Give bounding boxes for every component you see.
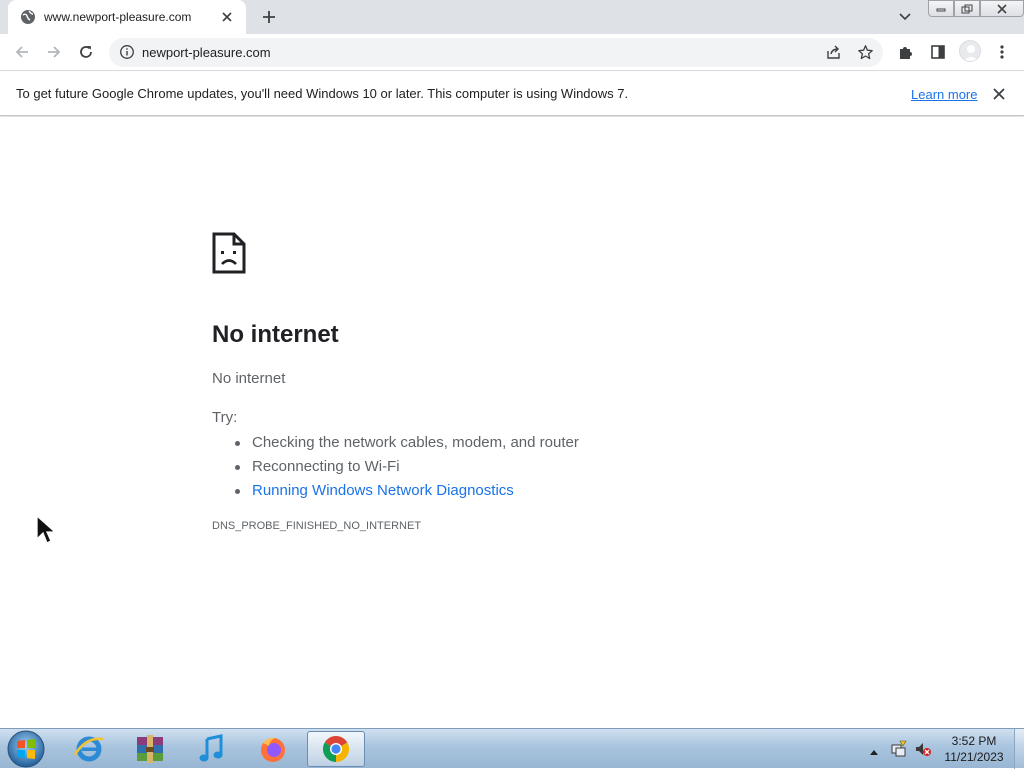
error-title: No internet [212, 321, 339, 348]
network-tray-icon[interactable] [890, 740, 908, 758]
error-code: DNS_PROBE_FINISHED_NO_INTERNET [212, 520, 422, 532]
browser-toolbar: newport-pleasure.com [0, 34, 1024, 71]
chrome-taskbar-icon[interactable] [307, 731, 365, 767]
close-tab-icon[interactable] [218, 8, 236, 26]
info-icon[interactable] [119, 44, 135, 60]
firefox-taskbar-icon[interactable] [244, 731, 302, 767]
taskbar-clock[interactable]: 3:52 PM 11/21/2023 [940, 733, 1008, 765]
start-button[interactable] [4, 730, 48, 768]
url-text: newport-pleasure.com [142, 45, 271, 60]
side-panel-icon[interactable] [928, 42, 948, 62]
suggestion-item: Checking the network cables, modem, and … [235, 431, 579, 455]
show-hidden-icons-arrow[interactable] [869, 743, 879, 761]
volume-muted-tray-icon[interactable] [914, 740, 932, 758]
back-arrow-icon[interactable] [12, 42, 32, 62]
address-bar[interactable]: newport-pleasure.com [109, 38, 883, 67]
minimize-button[interactable] [928, 0, 954, 17]
network-diagnostics-link[interactable]: Running Windows Network Diagnostics [235, 479, 579, 503]
archive-app-taskbar-icon[interactable] [121, 731, 179, 767]
page-content: No internet No internet Try: Checking th… [0, 117, 1024, 728]
tab-title: www.newport-pleasure.com [44, 10, 192, 24]
error-subtitle: No internet [212, 370, 286, 387]
learn-more-link[interactable]: Learn more [911, 87, 977, 102]
try-label: Try: [212, 409, 238, 426]
update-infobar: To get future Google Chrome updates, you… [0, 72, 1024, 116]
tab-search-chevron-icon[interactable] [896, 8, 914, 26]
suggestion-item: Reconnecting to Wi-Fi [235, 455, 579, 479]
sad-page-icon [212, 232, 246, 279]
itunes-taskbar-icon[interactable] [182, 731, 240, 767]
show-desktop-button[interactable] [1014, 729, 1024, 769]
suggestion-list: Checking the network cables, modem, and … [235, 431, 579, 503]
tab-strip: www.newport-pleasure.com [0, 0, 1024, 34]
extensions-puzzle-icon[interactable] [896, 42, 916, 62]
mouse-cursor-icon [36, 514, 60, 550]
new-tab-button[interactable] [259, 7, 279, 27]
bookmark-star-icon[interactable] [857, 44, 874, 61]
profile-avatar[interactable] [959, 40, 981, 62]
close-window-button[interactable] [980, 0, 1024, 17]
close-infobar-icon[interactable] [991, 86, 1007, 102]
menu-kebab-icon[interactable] [992, 42, 1012, 62]
windows-taskbar: 3:52 PM 11/21/2023 [0, 728, 1024, 769]
reload-icon[interactable] [76, 42, 96, 62]
forward-arrow-icon[interactable] [44, 42, 64, 62]
window-controls [928, 0, 1024, 18]
share-icon[interactable] [825, 44, 842, 61]
restore-button[interactable] [954, 0, 980, 17]
browser-tab[interactable]: www.newport-pleasure.com [8, 0, 246, 34]
infobar-message: To get future Google Chrome updates, you… [16, 86, 629, 101]
internet-explorer-taskbar-icon[interactable] [60, 731, 118, 767]
clock-time: 3:52 PM [951, 734, 997, 748]
clock-date: 11/21/2023 [944, 750, 1004, 764]
globe-icon [20, 9, 36, 25]
